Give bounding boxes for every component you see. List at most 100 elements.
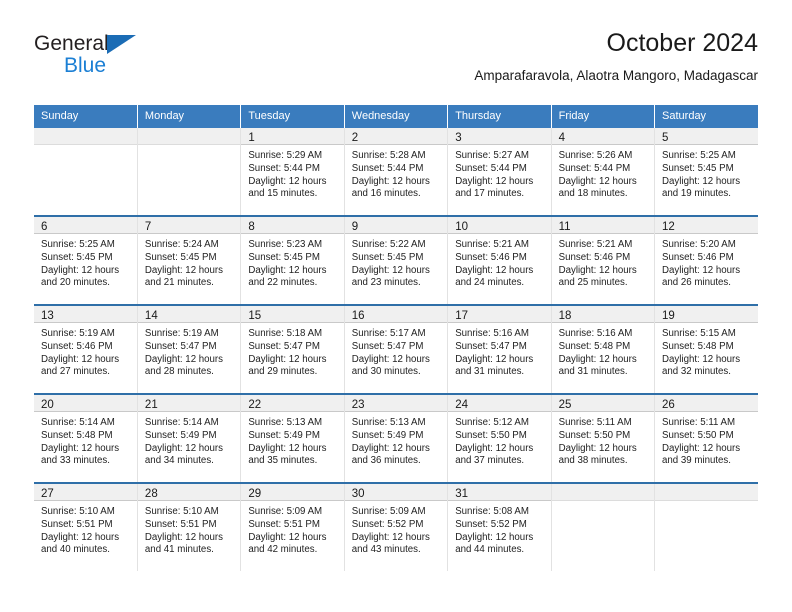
sunset-text: Sunset: 5:45 PM	[351, 251, 424, 263]
daylight-text-line1: Daylight: 12 hours	[455, 353, 534, 365]
general-blue-logo[interactable]: General Blue	[34, 32, 214, 90]
day-cell[interactable]: 11 Sunrise: 5:21 AM Sunset: 5:46 PM Dayligh…	[550, 215, 655, 305]
day-sun-info: Sunrise: 5:28 AM Sunset: 5:44 PM Daylight:…	[345, 145, 447, 201]
day-number-band: 19	[655, 306, 758, 323]
daylight-text-line1: Daylight: 12 hours	[144, 442, 224, 454]
sunset-text: Sunset: 5:46 PM	[455, 251, 527, 263]
day-cell[interactable]: 31 Sunrise: 5:08 AM Sunset: 5:52 PM Dayligh…	[447, 482, 552, 571]
day-cell-inner: 8 Sunrise: 5:23 AM Sunset: 5:45 PM Daylight…	[241, 217, 344, 304]
day-cell[interactable]: 15 Sunrise: 5:18 AM Sunset: 5:47 PM Dayligh…	[240, 304, 345, 394]
daylight-text-line2: and 42 minutes.	[248, 544, 318, 556]
day-cell[interactable]: 12 Sunrise: 5:20 AM Sunset: 5:46 PM Dayligh…	[654, 215, 758, 305]
day-cell[interactable]: 22 Sunrise: 5:13 AM Sunset: 5:49 PM Dayligh…	[240, 393, 345, 483]
day-cell-inner: 31 Sunrise: 5:08 AM Sunset: 5:52 PM Dayligh…	[448, 484, 551, 571]
day-cell[interactable]: 18 Sunrise: 5:16 AM Sunset: 5:48 PM Dayligh…	[550, 304, 655, 394]
day-cell[interactable]: 3 Sunrise: 5:27 AM Sunset: 5:44 PM Daylight…	[447, 128, 552, 216]
day-cell[interactable]: 21 Sunrise: 5:14 AM Sunset: 5:49 PM Dayligh…	[136, 393, 241, 483]
day-cell[interactable]: 24 Sunrise: 5:12 AM Sunset: 5:50 PM Dayligh…	[447, 393, 552, 483]
day-sun-info: Sunrise: 5:23 AM Sunset: 5:45 PM Daylight:…	[241, 234, 343, 290]
day-cell[interactable]: 2 Sunrise: 5:28 AM Sunset: 5:44 PM Daylight…	[343, 128, 448, 216]
weekday-header-wednesday: Wednesday	[343, 105, 448, 128]
day-cell[interactable]: 9 Sunrise: 5:22 AM Sunset: 5:45 PM Daylight…	[343, 215, 448, 305]
sunset-text: Sunset: 5:49 PM	[248, 429, 320, 441]
day-sun-info: Sunrise: 5:09 AM Sunset: 5:52 PM Daylight:…	[345, 501, 447, 557]
sunset-text: Sunset: 5:45 PM	[41, 251, 113, 263]
daylight-text-line2: and 21 minutes.	[144, 277, 214, 289]
day-cell[interactable]: 4 Sunrise: 5:26 AM Sunset: 5:44 PM Daylight…	[550, 128, 655, 216]
sunrise-text: Sunrise: 5:23 AM	[248, 239, 323, 250]
day-number-band: 11	[551, 217, 655, 234]
calendar-page: General Blue October 2024 Amparafaravola…	[0, 0, 792, 612]
page-subtitle: Amparafaravola, Alaotra Mangoro, Madagas…	[474, 68, 758, 83]
day-sun-info: Sunrise: 5:29 AM Sunset: 5:44 PM Daylight:…	[241, 145, 343, 201]
day-sun-info: Sunrise: 5:27 AM Sunset: 5:44 PM Daylight:…	[448, 145, 550, 201]
daylight-text-line2: and 30 minutes.	[351, 366, 421, 378]
day-cell[interactable]: 26 Sunrise: 5:11 AM Sunset: 5:50 PM Dayligh…	[654, 393, 758, 483]
day-number: 31	[455, 488, 468, 500]
day-cell-inner: 26 Sunrise: 5:11 AM Sunset: 5:50 PM Dayligh…	[655, 395, 758, 482]
day-sun-info: Sunrise: 5:13 AM Sunset: 5:49 PM Daylight:…	[345, 412, 447, 468]
day-cell[interactable]: 17 Sunrise: 5:16 AM Sunset: 5:47 PM Dayligh…	[447, 304, 552, 394]
sunset-text: Sunset: 5:52 PM	[351, 518, 424, 530]
day-number: 30	[351, 488, 365, 500]
day-sun-info: Sunrise: 5:14 AM Sunset: 5:49 PM Daylight:…	[138, 412, 240, 468]
day-sun-info: Sunrise: 5:26 AM Sunset: 5:44 PM Daylight:…	[552, 145, 654, 201]
calendar-week-row: 27 Sunrise: 5:10 AM Sunset: 5:51 PM Dayligh…	[34, 482, 758, 571]
sunrise-text: Sunrise: 5:09 AM	[351, 506, 426, 517]
daylight-text-line2: and 41 minutes.	[144, 544, 214, 556]
day-sun-info: Sunrise: 5:25 AM Sunset: 5:45 PM Daylight:…	[34, 234, 137, 290]
day-cell-inner: 19 Sunrise: 5:15 AM Sunset: 5:48 PM Dayligh…	[655, 306, 758, 393]
day-cell[interactable]: 14 Sunrise: 5:19 AM Sunset: 5:47 PM Dayligh…	[136, 304, 241, 394]
daylight-text-line2: and 16 minutes.	[351, 188, 421, 200]
day-cell[interactable]: 23 Sunrise: 5:13 AM Sunset: 5:49 PM Dayligh…	[343, 393, 448, 483]
day-cell[interactable]: 29 Sunrise: 5:09 AM Sunset: 5:51 PM Dayligh…	[240, 482, 345, 571]
daylight-text-line1: Daylight: 12 hours	[558, 264, 637, 276]
day-cell[interactable]: 19 Sunrise: 5:15 AM Sunset: 5:48 PM Dayligh…	[654, 304, 758, 394]
day-cell[interactable]: 30 Sunrise: 5:09 AM Sunset: 5:52 PM Dayligh…	[343, 482, 448, 571]
daylight-text-line2: and 38 minutes.	[558, 455, 628, 467]
daylight-text-line2: and 34 minutes.	[144, 455, 214, 467]
day-cell[interactable]: 25 Sunrise: 5:11 AM Sunset: 5:50 PM Dayligh…	[550, 393, 655, 483]
daylight-text-line1: Daylight: 12 hours	[351, 442, 430, 454]
title-block: October 2024 Amparafaravola, Alaotra Man…	[474, 28, 758, 86]
day-cell-inner: 27 Sunrise: 5:10 AM Sunset: 5:51 PM Dayligh…	[34, 484, 137, 571]
day-number-band: 31	[448, 484, 551, 501]
sunrise-text: Sunrise: 5:24 AM	[144, 239, 219, 250]
day-cell[interactable]: 27 Sunrise: 5:10 AM Sunset: 5:51 PM Dayligh…	[34, 482, 138, 571]
day-number: 3	[455, 132, 462, 144]
day-sun-info: Sunrise: 5:17 AM Sunset: 5:47 PM Daylight:…	[345, 323, 447, 379]
day-number-band: 22	[241, 395, 344, 412]
day-sun-info: Sunrise: 5:25 AM Sunset: 5:45 PM Daylight:…	[655, 145, 758, 201]
calendar-week-row: 1 Sunrise: 5:29 AM Sunset: 5:44 PM Daylight…	[34, 128, 758, 216]
day-cell[interactable]: 6 Sunrise: 5:25 AM Sunset: 5:45 PM Daylight…	[34, 215, 138, 305]
day-number-band: 6	[34, 217, 137, 234]
day-cell[interactable]: 1 Sunrise: 5:29 AM Sunset: 5:44 PM Daylight…	[240, 128, 345, 216]
day-number-band	[655, 484, 758, 501]
day-sun-info: Sunrise: 5:10 AM Sunset: 5:51 PM Daylight:…	[34, 501, 137, 557]
weekday-header-saturday: Saturday	[654, 105, 758, 128]
day-cell[interactable]: 7 Sunrise: 5:24 AM Sunset: 5:45 PM Daylight…	[136, 215, 241, 305]
day-cell[interactable]: 10 Sunrise: 5:21 AM Sunset: 5:46 PM Dayligh…	[447, 215, 552, 305]
day-cell[interactable]: 5 Sunrise: 5:25 AM Sunset: 5:45 PM Daylight…	[654, 128, 758, 216]
sunset-text: Sunset: 5:47 PM	[455, 340, 527, 352]
day-cell-inner: 10 Sunrise: 5:21 AM Sunset: 5:46 PM Dayligh…	[448, 217, 551, 304]
day-cell[interactable]: 16 Sunrise: 5:17 AM Sunset: 5:47 PM Dayligh…	[343, 304, 448, 394]
day-cell-inner: 3 Sunrise: 5:27 AM Sunset: 5:44 PM Daylight…	[448, 128, 551, 215]
sunrise-text: Sunrise: 5:09 AM	[248, 506, 323, 517]
day-number-band: 14	[137, 306, 241, 323]
day-number-band	[34, 128, 137, 145]
daylight-text-line2: and 35 minutes.	[248, 455, 318, 467]
day-cell[interactable]: 13 Sunrise: 5:19 AM Sunset: 5:46 PM Dayligh…	[34, 304, 138, 394]
day-cell-inner: 25 Sunrise: 5:11 AM Sunset: 5:50 PM Dayligh…	[551, 395, 655, 482]
day-cell-inner: 15 Sunrise: 5:18 AM Sunset: 5:47 PM Dayligh…	[241, 306, 344, 393]
day-number-band: 2	[344, 128, 448, 145]
weekday-header-monday: Monday	[136, 105, 241, 128]
day-number-band: 25	[551, 395, 655, 412]
day-cell[interactable]: 28 Sunrise: 5:10 AM Sunset: 5:51 PM Dayligh…	[136, 482, 241, 571]
sunrise-text: Sunrise: 5:15 AM	[662, 328, 736, 339]
day-cell[interactable]: 20 Sunrise: 5:14 AM Sunset: 5:48 PM Dayligh…	[34, 393, 138, 483]
day-number: 2	[351, 132, 359, 144]
day-number-band: 16	[344, 306, 448, 323]
day-cell[interactable]: 8 Sunrise: 5:23 AM Sunset: 5:45 PM Daylight…	[240, 215, 345, 305]
day-number: 14	[144, 310, 158, 322]
